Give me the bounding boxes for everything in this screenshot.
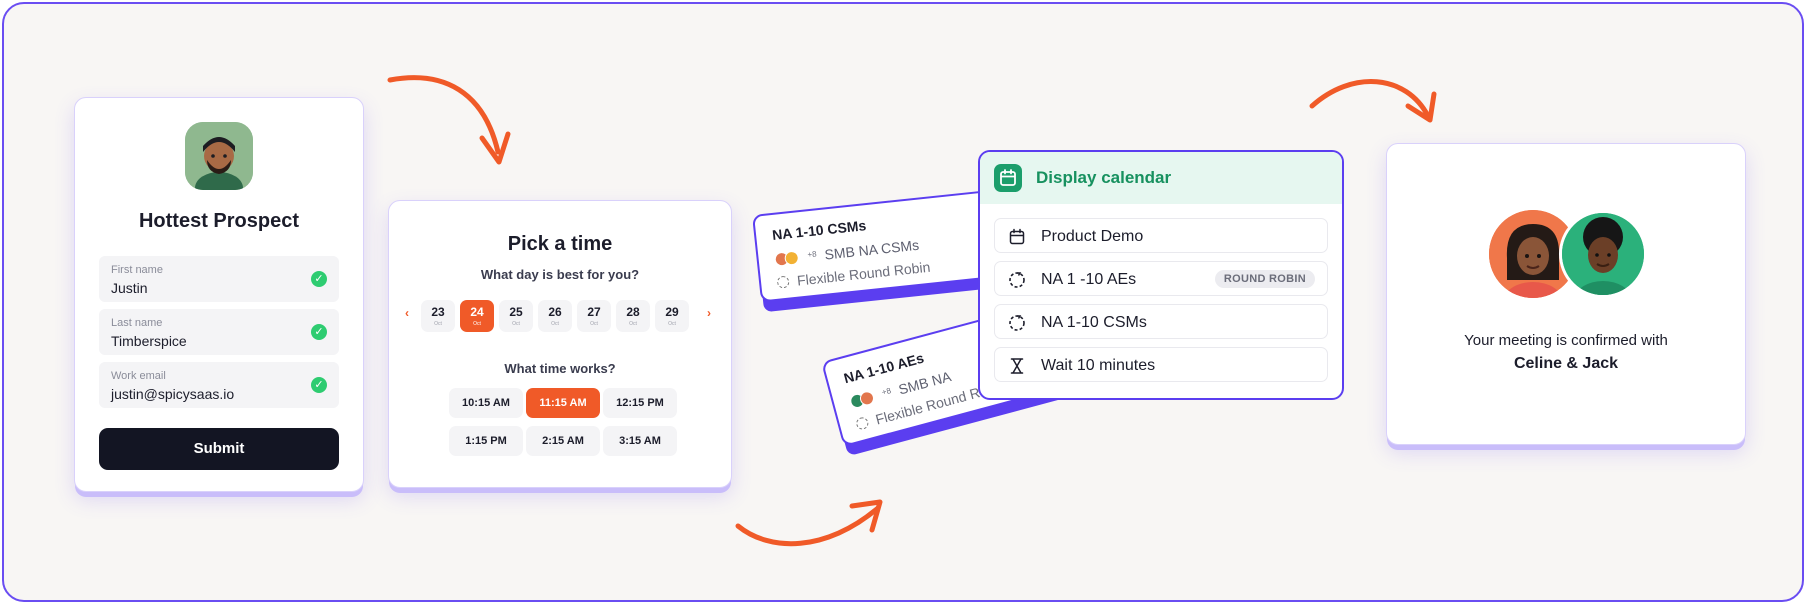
member-avatar xyxy=(784,250,800,266)
more-members-count: +8 xyxy=(807,249,818,260)
date-option[interactable]: 25 Oct xyxy=(499,300,533,332)
round-robin-badge: ROUND ROBIN xyxy=(1214,270,1315,288)
calendar-row-label: Product Demo xyxy=(1041,228,1144,245)
display-calendar-card: Display calendar Product Demo NA 1 -10 A… xyxy=(978,150,1344,400)
prospect-form-card: Hottest Prospect First name Justin ✓ Las… xyxy=(74,97,364,492)
first-name-field[interactable]: First name Justin ✓ xyxy=(99,256,339,302)
date-option[interactable]: 23 Oct xyxy=(421,300,455,332)
calendar-row-label: Wait 10 minutes xyxy=(1041,357,1156,374)
date-month: Oct xyxy=(629,321,637,327)
date-month: Oct xyxy=(434,321,442,327)
confirmation-message: Your meeting is confirmed with xyxy=(1464,332,1668,349)
calendar-row-label: NA 1 -10 AEs xyxy=(1041,271,1137,288)
last-name-label: Last name xyxy=(111,317,163,329)
flow-arrow-2-icon xyxy=(735,499,883,547)
first-name-value[interactable]: Justin xyxy=(111,280,148,296)
date-day: 23 xyxy=(431,305,445,319)
date-day: 27 xyxy=(587,305,601,319)
last-name-value[interactable]: Timberspice xyxy=(111,333,187,349)
time-question: What time works? xyxy=(504,361,616,376)
time-slot[interactable]: 10:15 AM xyxy=(449,388,523,418)
date-month: Oct xyxy=(590,321,598,327)
time-slot[interactable]: 2:15 AM xyxy=(526,426,600,456)
date-day: 29 xyxy=(665,305,679,319)
day-question: What day is best for you? xyxy=(480,267,640,282)
display-calendar-header: Display calendar xyxy=(980,152,1342,204)
routing-card-title: NA 1-10 CSMs xyxy=(771,217,867,243)
calendar-row-wait[interactable]: Wait 10 minutes xyxy=(994,347,1328,382)
date-option[interactable]: 26 Oct xyxy=(538,300,572,332)
time-slot[interactable]: 1:15 PM xyxy=(449,426,523,456)
time-slot[interactable]: 3:15 AM xyxy=(603,426,677,456)
pick-a-time-card: Pick a time What day is best for you? ‹ … xyxy=(388,200,732,488)
calendar-row-csms[interactable]: NA 1-10 CSMs xyxy=(994,304,1328,339)
time-slot[interactable]: 12:15 PM xyxy=(603,388,677,418)
date-picker: 23 Oct 24 Oct 25 Oct 26 Oct 27 Oct 28 Oc… xyxy=(421,300,701,332)
check-icon: ✓ xyxy=(311,377,327,393)
time-slot-selected[interactable]: 11:15 AM xyxy=(526,388,600,418)
chevron-left-icon[interactable]: ‹ xyxy=(405,306,409,320)
more-members-count: +8 xyxy=(880,386,893,398)
date-month: Oct xyxy=(512,321,520,327)
routing-team: SMB NA CSMs xyxy=(823,236,920,263)
date-month: Oct xyxy=(668,321,676,327)
check-icon: ✓ xyxy=(311,271,327,287)
round-robin-icon xyxy=(776,275,790,289)
calendar-icon xyxy=(994,164,1022,192)
flow-arrow-1-icon xyxy=(387,75,511,165)
date-month: Oct xyxy=(551,321,559,327)
calendar-icon xyxy=(1009,228,1025,245)
hourglass-icon xyxy=(1010,358,1024,374)
date-day: 26 xyxy=(548,305,562,319)
team-avatars: +8 xyxy=(774,248,825,269)
date-option[interactable]: 27 Oct xyxy=(577,300,611,332)
date-option[interactable]: 28 Oct xyxy=(616,300,650,332)
date-month: Oct xyxy=(473,321,481,327)
date-option[interactable]: 29 Oct xyxy=(655,300,689,332)
round-robin-icon xyxy=(1009,315,1025,331)
prospect-avatar xyxy=(185,122,253,190)
first-name-label: First name xyxy=(111,264,163,276)
work-email-field[interactable]: Work email justin@spicysaas.io ✓ xyxy=(99,362,339,408)
display-calendar-title: Display calendar xyxy=(1036,168,1172,187)
scheduler-title: Pick a time xyxy=(507,233,613,255)
date-day: 28 xyxy=(626,305,640,319)
last-name-field[interactable]: Last name Timberspice ✓ xyxy=(99,309,339,355)
prospect-title: Hottest Prospect xyxy=(138,210,300,232)
work-email-label: Work email xyxy=(111,370,166,382)
round-robin-icon xyxy=(854,416,870,431)
date-option-selected[interactable]: 24 Oct xyxy=(460,300,494,332)
chevron-right-icon[interactable]: › xyxy=(707,306,711,320)
confirmation-attendees: Celine & Jack xyxy=(1513,355,1619,372)
submit-button[interactable]: Submit xyxy=(99,428,339,470)
date-day: 25 xyxy=(509,305,523,319)
date-day: 24 xyxy=(470,305,484,319)
work-email-value[interactable]: justin@spicysaas.io xyxy=(111,386,234,402)
calendar-row-label: NA 1-10 CSMs xyxy=(1041,314,1147,331)
confirmation-card: Your meeting is confirmed with Celine & … xyxy=(1386,143,1746,445)
check-icon: ✓ xyxy=(311,324,327,340)
calendar-row-product-demo[interactable]: Product Demo xyxy=(994,218,1328,253)
round-robin-icon xyxy=(1009,272,1025,288)
calendar-row-aes[interactable]: NA 1 -10 AEs ROUND ROBIN xyxy=(994,261,1328,296)
flow-arrow-3-icon xyxy=(1309,79,1437,123)
workflow-canvas: Hottest Prospect First name Justin ✓ Las… xyxy=(2,2,1804,602)
jack-avatar xyxy=(1559,210,1647,298)
